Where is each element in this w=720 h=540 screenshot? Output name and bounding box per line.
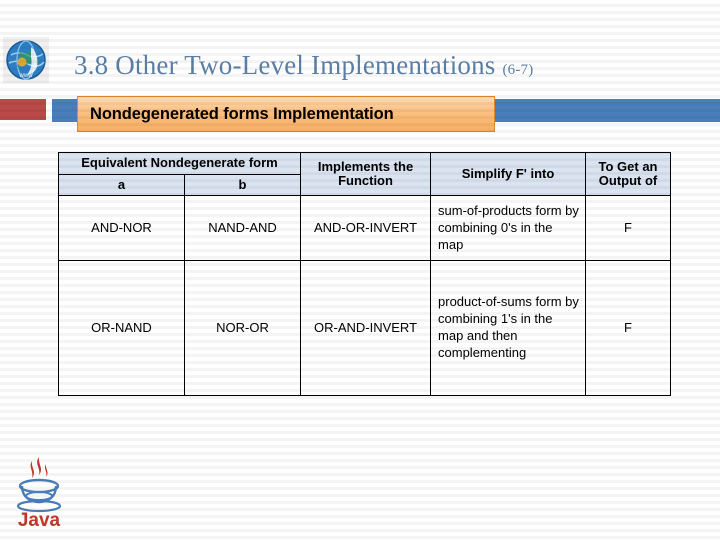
- table-row: AND-NOR NAND-AND AND-OR-INVERT sum-of-pr…: [58, 195, 672, 262]
- row-1-cell-output: F: [585, 260, 672, 397]
- table-row: OR-NAND NOR-OR OR-AND-INVERT product-of-…: [58, 260, 672, 397]
- header-simplify-f-into: Simplify F' into: [430, 151, 587, 197]
- row-0-cell-output: F: [585, 195, 672, 262]
- row-1-cell-b: NOR-OR: [183, 260, 302, 397]
- svg-text:www: www: [19, 73, 34, 79]
- page-title: 3.8 Other Two-Level Implementations (6-7…: [74, 50, 533, 81]
- java-logo: Java: [8, 452, 70, 532]
- svg-text:Java: Java: [18, 510, 61, 531]
- page-title-main: 3.8 Other Two-Level Implementations: [74, 50, 496, 80]
- row-1-cell-implements: OR-AND-INVERT: [300, 260, 432, 397]
- row-0-cell-a: AND-NOR: [58, 195, 185, 262]
- table-header-row-1: Equivalent Nondegenerate form Implements…: [57, 151, 672, 197]
- header-column-b: b: [183, 173, 302, 197]
- globe-icon: www: [3, 37, 49, 83]
- row-0-cell-b: NAND-AND: [183, 195, 302, 262]
- row-1-cell-a: OR-NAND: [58, 260, 185, 397]
- row-1-cell-simplify: product-of-sums form by combining 1's in…: [430, 260, 587, 397]
- row-0-cell-implements: AND-OR-INVERT: [300, 195, 432, 262]
- header-equivalent-nondegenerate-form: Equivalent Nondegenerate form: [57, 152, 302, 175]
- header-column-a: a: [58, 173, 185, 197]
- row-0-cell-simplify: sum-of-products form by combining 0's in…: [430, 195, 587, 262]
- section-banner-label: Nondegenerated forms Implementation: [90, 104, 394, 123]
- accent-bar-red: [0, 99, 46, 120]
- implementations-table: Equivalent Nondegenerate form Implements…: [57, 151, 672, 397]
- page-title-reference: (6-7): [502, 62, 534, 78]
- header-implements-the-function: Implements the Function: [300, 151, 432, 197]
- header-to-get-an-output-of: To Get an Output of: [585, 151, 672, 197]
- section-banner: Nondegenerated forms Implementation: [77, 96, 495, 132]
